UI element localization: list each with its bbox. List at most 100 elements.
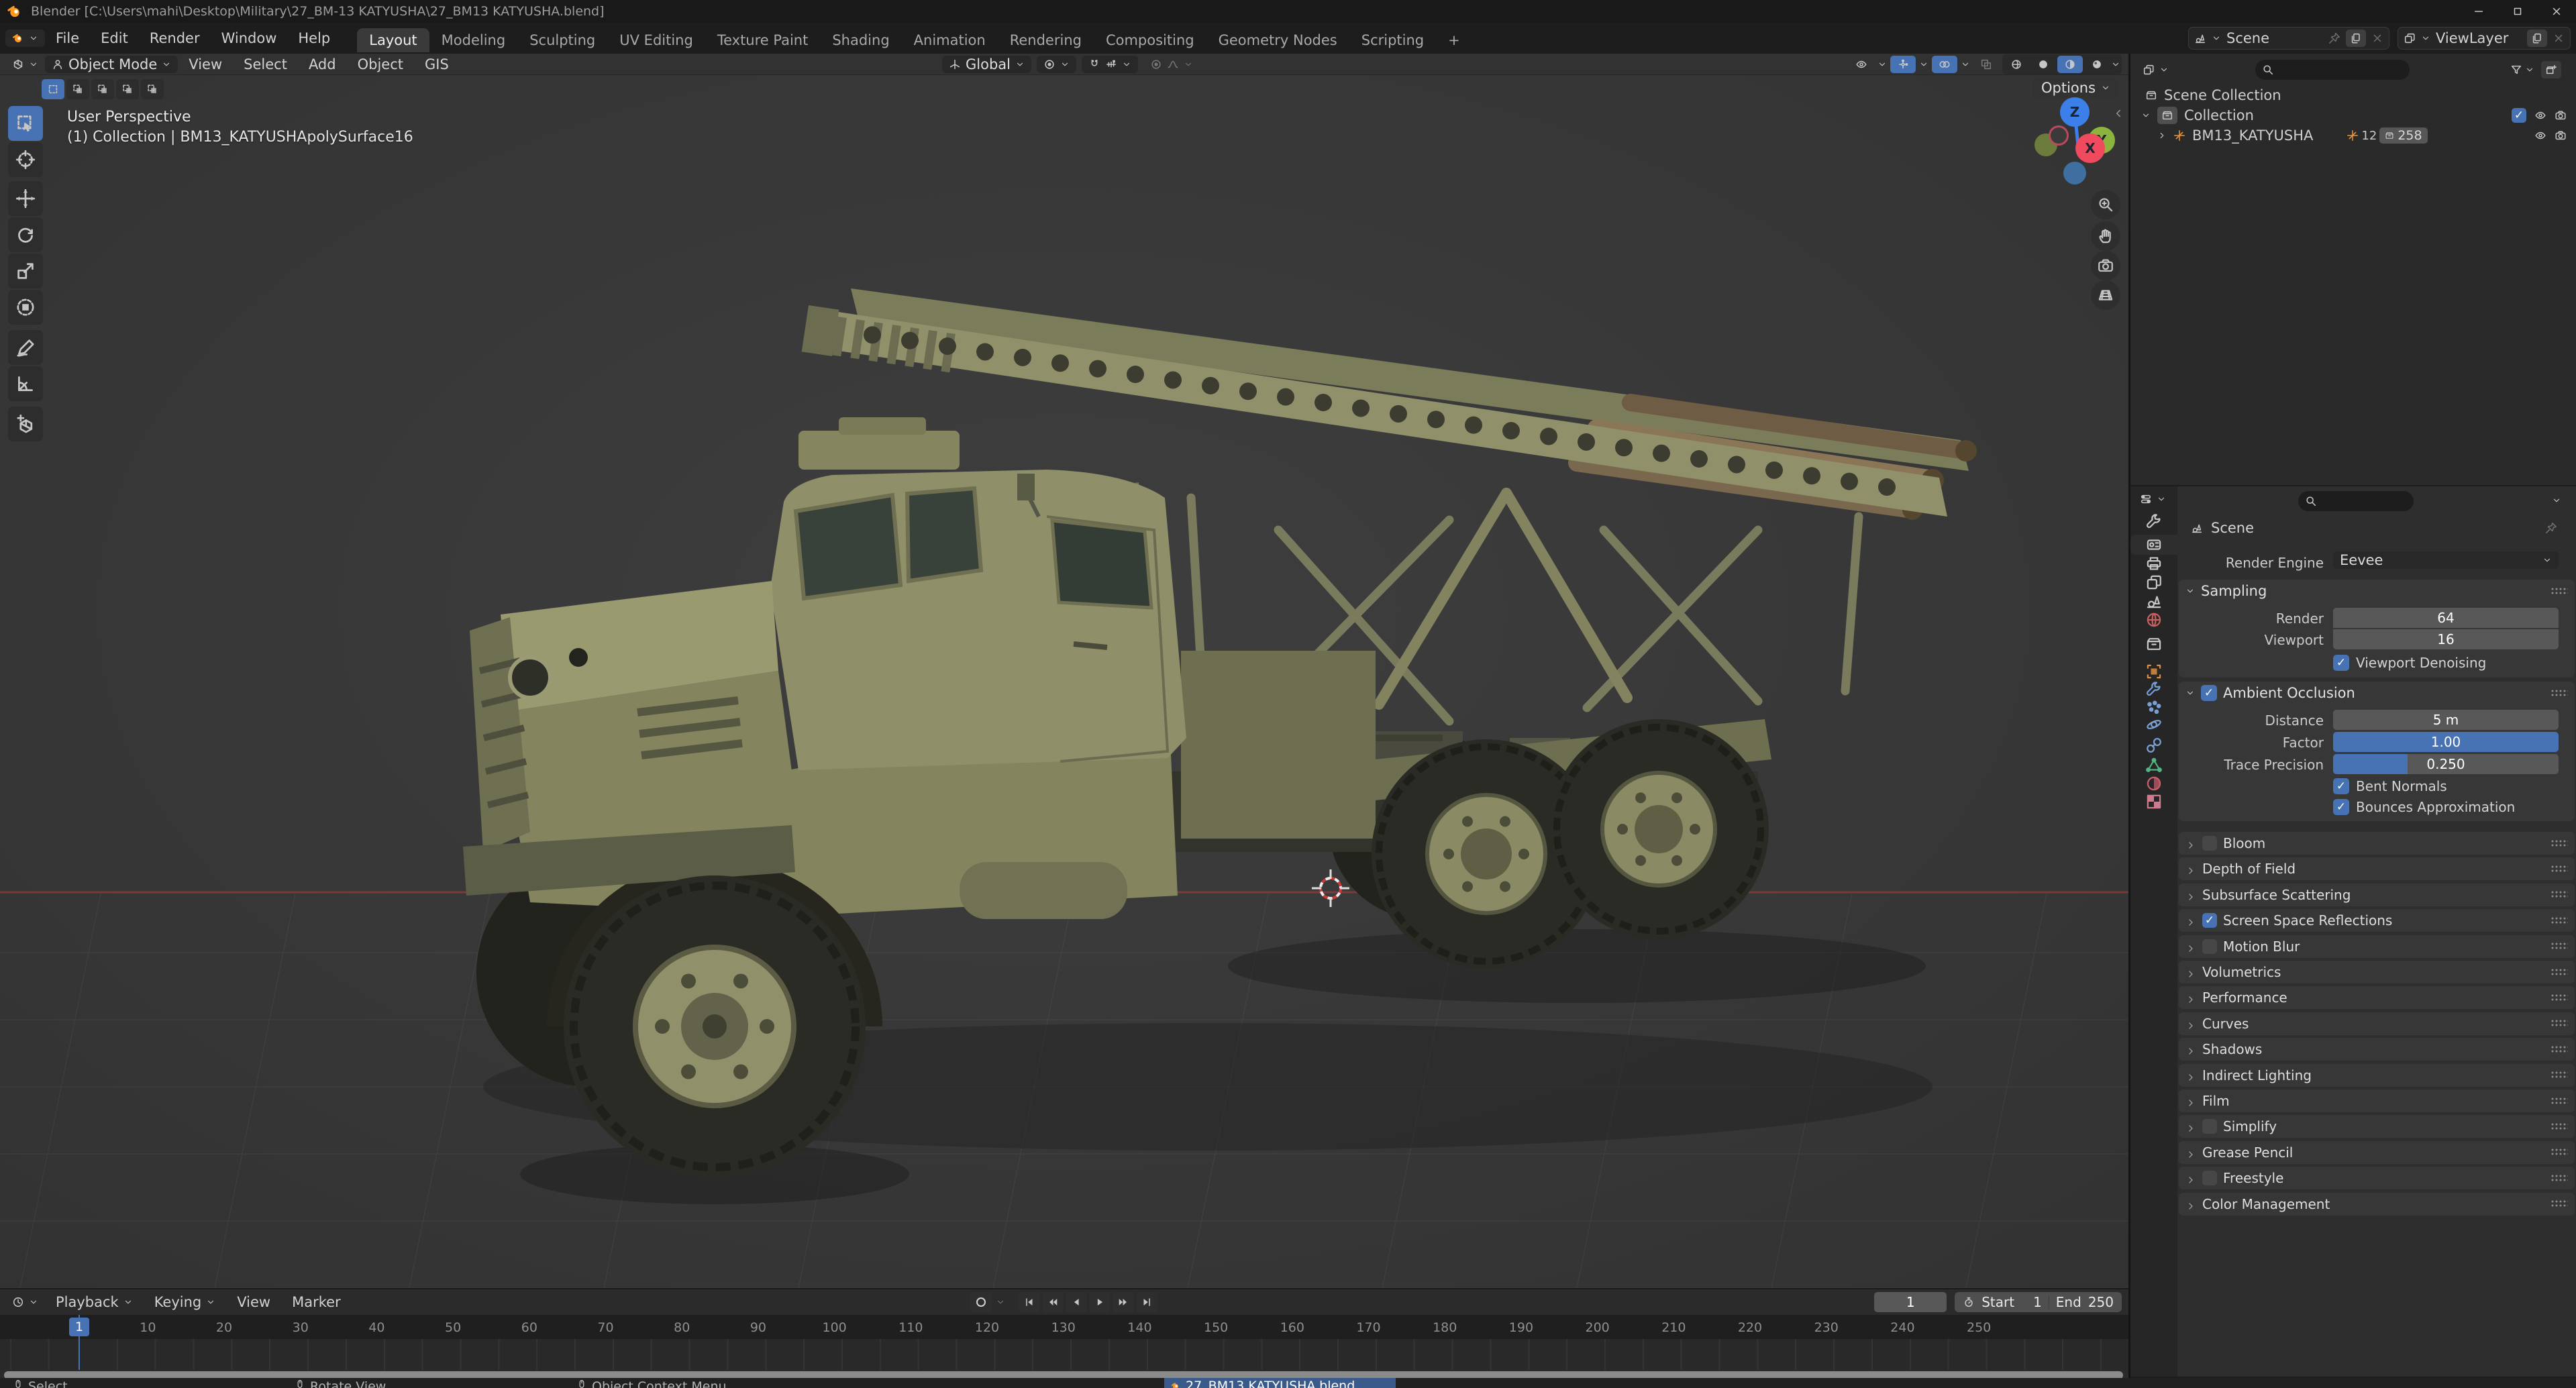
panel-film[interactable]: Film: [2179, 1089, 2575, 1112]
panel-bloom[interactable]: Bloom: [2179, 832, 2575, 855]
workspace-tab-compositing[interactable]: Compositing: [1094, 28, 1206, 52]
screen-space-reflections-checkbox[interactable]: ✓: [2202, 913, 2217, 928]
show-gizmo-toggle[interactable]: [1890, 55, 1916, 73]
viewport-denoising-row[interactable]: ✓ Viewport Denoising: [2333, 655, 2486, 671]
panel-sampling-header[interactable]: Sampling: [2179, 580, 2575, 602]
viewport-3d[interactable]: Object Mode View Select Add Object GIS Globa…: [0, 54, 2128, 1288]
jump-end-button[interactable]: [1136, 1292, 1157, 1312]
panel-depth-of-field[interactable]: Depth of Field: [2179, 857, 2575, 881]
remove-viewlayer-icon[interactable]: [2553, 32, 2565, 44]
blender-menu-button[interactable]: [5, 30, 45, 47]
panel-grip[interactable]: [2551, 839, 2568, 848]
outliner-row-bm13-katyusha[interactable]: BM13_KATYUSHA 12 258: [2157, 126, 2571, 145]
tool-rotate[interactable]: [8, 217, 43, 252]
workspace-tab-texture-paint[interactable]: Texture Paint: [705, 28, 821, 52]
mode-selector[interactable]: Object Mode: [45, 55, 178, 73]
expand-icon[interactable]: [2141, 111, 2151, 120]
collection-checkbox[interactable]: ✓: [2512, 108, 2526, 123]
freestyle-checkbox[interactable]: [2202, 1171, 2217, 1186]
timeline-menu-playback[interactable]: Playback: [45, 1287, 144, 1317]
viewport-denoising-checkbox[interactable]: ✓: [2333, 655, 2349, 671]
gizmo-axis-y-neg[interactable]: [2049, 125, 2069, 146]
properties-tab-collection[interactable]: [2142, 634, 2166, 654]
panel-freestyle[interactable]: Freestyle: [2179, 1167, 2575, 1190]
menu-render[interactable]: Render: [139, 23, 211, 53]
panel-ao-header[interactable]: ✓ Ambient Occlusion: [2179, 682, 2575, 704]
properties-tab-object[interactable]: [2142, 661, 2166, 682]
shading-rendered-button[interactable]: [2084, 56, 2110, 73]
panel-grip[interactable]: [2551, 942, 2568, 951]
viewport-samples-field[interactable]: 16: [2333, 629, 2559, 649]
chevron-down-icon[interactable]: [2552, 496, 2561, 505]
select-mode-intersect[interactable]: [141, 79, 164, 99]
trace-precision-field[interactable]: 0.250: [2333, 754, 2559, 774]
close-button[interactable]: [2537, 0, 2576, 23]
workspace-tab-shading[interactable]: Shading: [820, 28, 901, 52]
current-frame-field[interactable]: 1: [1874, 1292, 1947, 1312]
factor-field[interactable]: 1.00: [2333, 732, 2559, 752]
key-next-button[interactable]: [1113, 1292, 1134, 1312]
play-back-button[interactable]: [1066, 1292, 1087, 1312]
properties-tab-texture[interactable]: [2142, 792, 2166, 812]
panel-curves[interactable]: Curves: [2179, 1012, 2575, 1035]
hide-eye-icon[interactable]: [2534, 129, 2546, 142]
timeline-editor-type[interactable]: [5, 1293, 45, 1311]
chevron-down-icon[interactable]: [1919, 60, 1928, 69]
bloom-checkbox[interactable]: [2202, 836, 2217, 851]
simplify-checkbox[interactable]: [2202, 1119, 2217, 1134]
panel-motion-blur[interactable]: Motion Blur: [2179, 935, 2575, 958]
auto-keying-button[interactable]: [970, 1292, 992, 1312]
viewport-menu-gis[interactable]: GIS: [414, 50, 460, 79]
pin-icon[interactable]: [2545, 522, 2557, 534]
panel-color-management[interactable]: Color Management: [2179, 1192, 2575, 1216]
tool-measure[interactable]: [8, 366, 43, 401]
timeline-menu-marker[interactable]: Marker: [281, 1287, 352, 1317]
nav-camera-button[interactable]: [2091, 251, 2120, 280]
key-prev-button[interactable]: [1042, 1292, 1064, 1312]
panel-simplify[interactable]: Simplify: [2179, 1115, 2575, 1138]
editor-type-button[interactable]: [5, 56, 45, 73]
tool-select-box[interactable]: [8, 106, 43, 141]
select-mode-extend[interactable]: [66, 79, 89, 99]
visibility-dropdown[interactable]: [1849, 56, 1874, 73]
scene-selector[interactable]: Scene: [2188, 27, 2389, 50]
panel-grip[interactable]: [2551, 967, 2568, 977]
menu-window[interactable]: Window: [211, 23, 288, 53]
panel-grip[interactable]: [2551, 1199, 2568, 1209]
panel-grip[interactable]: [2551, 586, 2568, 596]
panel-grease-pencil[interactable]: Grease Pencil: [2179, 1140, 2575, 1164]
snap-toggle[interactable]: [1082, 55, 1138, 73]
gizmo-axis-z-neg[interactable]: [2063, 162, 2086, 184]
hide-eye-icon[interactable]: [2534, 109, 2546, 121]
workspace-tab-uv-editing[interactable]: UV Editing: [607, 28, 705, 52]
workspace-tab-scripting[interactable]: Scripting: [1349, 28, 1436, 52]
panel-grip[interactable]: [2551, 1096, 2568, 1106]
panel-indirect-lighting[interactable]: Indirect Lighting: [2179, 1063, 2575, 1087]
chevron-down-icon[interactable]: [1961, 60, 1970, 69]
new-viewlayer-button[interactable]: [2527, 30, 2547, 47]
chevron-down-icon[interactable]: [2111, 60, 2120, 69]
bent-normals-row[interactable]: ✓ Bent Normals: [2333, 778, 2447, 794]
transform-orientation-selector[interactable]: Global: [942, 55, 1031, 73]
tool-cursor[interactable]: [8, 142, 43, 177]
ao-enable-checkbox[interactable]: ✓: [2201, 685, 2217, 701]
panel-grip[interactable]: [2551, 688, 2568, 698]
new-collection-button[interactable]: [2541, 61, 2561, 78]
current-frame-badge[interactable]: 1: [69, 1318, 89, 1336]
motion-blur-checkbox[interactable]: [2202, 939, 2217, 954]
properties-tab-data[interactable]: [2142, 755, 2166, 776]
properties-tab-tool[interactable]: [2142, 512, 2166, 532]
viewport-menu-add[interactable]: Add: [298, 50, 347, 79]
tool-move[interactable]: [8, 181, 43, 216]
workspace-tab-rendering[interactable]: Rendering: [998, 28, 1094, 52]
timeline-menu-keying[interactable]: Keying: [144, 1287, 227, 1317]
workspace-tab-add[interactable]: +: [1436, 28, 1472, 52]
filter-icon[interactable]: [2510, 64, 2522, 76]
properties-tab-physics[interactable]: [2142, 714, 2166, 735]
properties-tab-material[interactable]: [2142, 773, 2166, 794]
unlink-scene-icon[interactable]: [2371, 32, 2383, 44]
menu-edit[interactable]: Edit: [90, 23, 139, 53]
pin-icon[interactable]: [2328, 32, 2340, 44]
end-value[interactable]: 250: [2088, 1294, 2114, 1310]
properties-tab-view-layer[interactable]: [2142, 572, 2166, 592]
